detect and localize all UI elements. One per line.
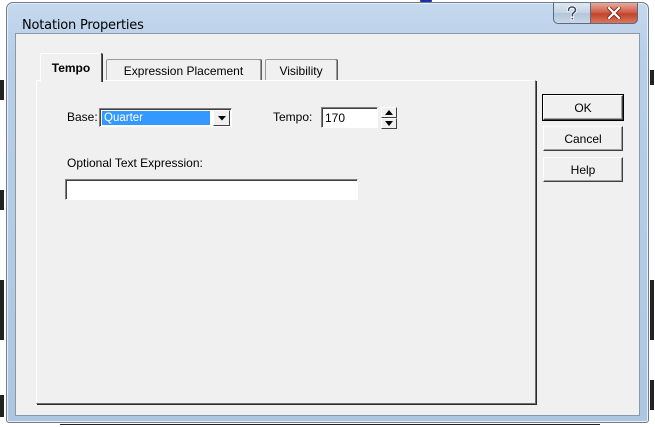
expression-label: Optional Text Expression: bbox=[67, 156, 203, 170]
expression-input[interactable] bbox=[65, 179, 358, 200]
close-icon bbox=[607, 7, 621, 19]
dialog-client-area: Tempo Expression Placement Visibility Ba… bbox=[15, 33, 640, 416]
background-staff-line bbox=[60, 424, 600, 425]
background-staff-mark bbox=[650, 70, 654, 85]
help-button-label: Help bbox=[570, 162, 596, 177]
ok-button-label: OK bbox=[574, 100, 592, 115]
background-staff-mark bbox=[650, 280, 654, 340]
background-staff-mark bbox=[0, 80, 4, 100]
tab-label: Expression Placement bbox=[123, 63, 244, 78]
tempo-spinner[interactable] bbox=[381, 107, 397, 129]
ok-button[interactable]: OK bbox=[542, 94, 624, 121]
help-button[interactable]: Help bbox=[543, 157, 623, 182]
tab-label: Visibility bbox=[279, 63, 323, 78]
notation-properties-dialog: Notation Properties Tempo Expression Pla… bbox=[6, 2, 649, 423]
dialog-title: Notation Properties bbox=[22, 18, 144, 33]
triangle-down-icon bbox=[385, 121, 393, 126]
spin-up-button[interactable] bbox=[381, 107, 397, 118]
background-staff-mark bbox=[0, 190, 4, 210]
cancel-button[interactable]: Cancel bbox=[543, 126, 623, 151]
combo-dropdown-button[interactable] bbox=[213, 110, 230, 126]
title-bar[interactable]: Notation Properties bbox=[7, 3, 648, 33]
chevron-down-icon bbox=[217, 115, 226, 120]
base-label: Base: bbox=[67, 110, 98, 124]
tab-label: Tempo bbox=[51, 61, 91, 75]
spin-down-button[interactable] bbox=[381, 118, 397, 129]
cancel-button-label: Cancel bbox=[564, 131, 602, 146]
tempo-input[interactable] bbox=[321, 107, 378, 128]
tab-tempo[interactable]: Tempo bbox=[40, 53, 102, 82]
base-combobox[interactable]: Quarter bbox=[99, 108, 232, 127]
tab-visibility[interactable]: Visibility bbox=[265, 59, 337, 81]
tab-expression-placement[interactable]: Expression Placement bbox=[106, 59, 261, 81]
title-help-button[interactable] bbox=[553, 3, 591, 24]
title-close-button[interactable] bbox=[590, 3, 638, 24]
triangle-up-icon bbox=[385, 110, 393, 115]
background-staff-mark bbox=[0, 280, 4, 340]
background-staff-mark bbox=[650, 380, 654, 410]
tempo-tab-panel bbox=[36, 80, 536, 404]
base-selected-value: Quarter bbox=[102, 111, 210, 125]
question-icon bbox=[566, 5, 578, 20]
background-staff-mark bbox=[0, 395, 4, 417]
tempo-label: Tempo: bbox=[273, 110, 313, 124]
